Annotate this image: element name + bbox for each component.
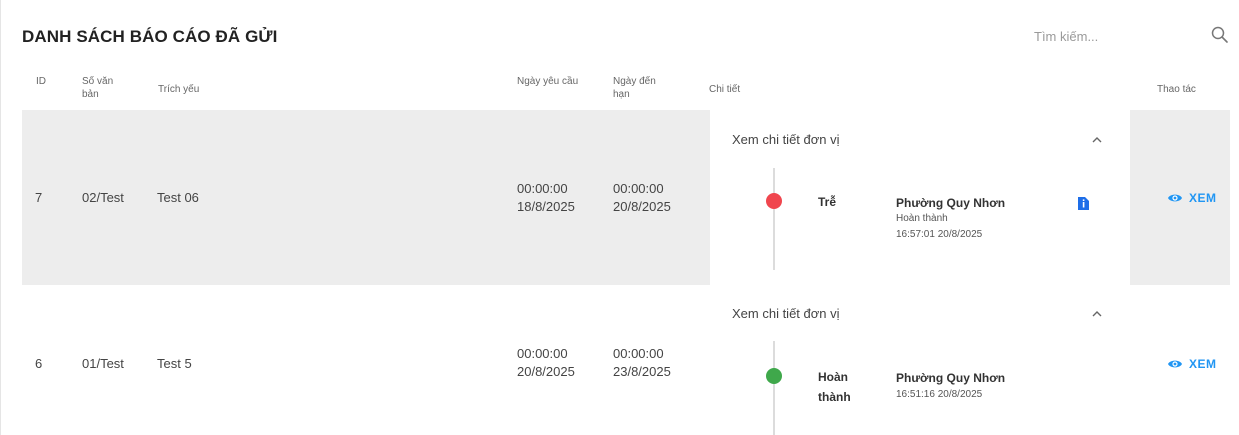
unit-time: 16:57:01 20/8/2025 bbox=[896, 229, 983, 240]
timeline-line bbox=[773, 168, 775, 270]
status-dot bbox=[766, 368, 782, 384]
table-row: 7 02/Test Test 06 00:00:00 18/8/2025 00:… bbox=[22, 110, 1230, 285]
view-button-label: XEM bbox=[1189, 191, 1217, 205]
table-row: 6 01/Test Test 5 00:00:00 20/8/2025 00:0… bbox=[22, 286, 1230, 435]
timeline-line bbox=[773, 341, 775, 435]
row-id: 7 bbox=[35, 190, 43, 205]
col-header-trich-yeu: Trích yếu bbox=[158, 84, 200, 95]
row-trich-yeu: Test 06 bbox=[157, 190, 199, 205]
row-id: 6 bbox=[35, 356, 43, 371]
view-button-label: XEM bbox=[1189, 357, 1217, 371]
row-ngay-den-han: 00:00:00 20/8/2025 bbox=[613, 181, 671, 214]
page-title: DANH SÁCH BÁO CÁO ĐÃ GỬI bbox=[22, 27, 278, 46]
detail-panel: Xem chi tiết đơn vị Trễ Phường Quy Nhơn … bbox=[710, 110, 1130, 285]
search-input[interactable]: Tìm kiếm... bbox=[1034, 29, 1098, 44]
view-button[interactable]: XEM bbox=[1167, 191, 1217, 205]
unit-sub-status: Hoàn thành bbox=[896, 213, 948, 224]
row-ngay-yeu-cau: 00:00:00 18/8/2025 bbox=[517, 181, 575, 214]
eye-icon bbox=[1168, 194, 1182, 202]
col-header-ngay-yeu-cau: Ngày yêu cầu bbox=[517, 76, 579, 87]
row-ngay-yeu-cau: 00:00:00 20/8/2025 bbox=[517, 346, 575, 379]
unit-name: Phường Quy Nhơn bbox=[896, 196, 1006, 210]
row-so-van-ban: 01/Test bbox=[82, 356, 124, 371]
chevron-up-icon[interactable] bbox=[1090, 309, 1104, 319]
row-ngay-den-han: 00:00:00 23/8/2025 bbox=[613, 346, 671, 379]
detail-toggle[interactable]: Xem chi tiết đơn vị bbox=[732, 306, 840, 321]
status-label: Trễ bbox=[818, 195, 837, 209]
row-so-van-ban: 02/Test bbox=[82, 190, 124, 205]
file-info-icon[interactable] bbox=[1078, 197, 1089, 210]
col-header-ngay-den-han: Ngày đến hạn bbox=[613, 76, 656, 100]
col-header-chi-tiet: Chi tiết bbox=[709, 84, 741, 95]
chevron-up-icon[interactable] bbox=[1090, 135, 1104, 145]
eye-icon bbox=[1168, 360, 1182, 368]
col-header-thao-tac: Thao tác bbox=[1157, 84, 1196, 95]
detail-toggle[interactable]: Xem chi tiết đơn vị bbox=[732, 132, 840, 147]
search-icon[interactable] bbox=[1210, 25, 1230, 45]
col-header-id: ID bbox=[36, 76, 46, 87]
view-button[interactable]: XEM bbox=[1167, 357, 1217, 371]
detail-panel: Xem chi tiết đơn vị Hoàn thành Phường Qu… bbox=[710, 286, 1130, 435]
col-header-so-van-ban: Số văn bản bbox=[82, 76, 114, 100]
unit-name: Phường Quy Nhơn bbox=[896, 371, 1006, 385]
status-dot bbox=[766, 193, 782, 209]
status-label: Hoàn thành bbox=[818, 370, 851, 404]
unit-time: 16:51:16 20/8/2025 bbox=[896, 389, 983, 400]
left-border bbox=[0, 0, 1, 435]
row-trich-yeu: Test 5 bbox=[157, 356, 192, 371]
